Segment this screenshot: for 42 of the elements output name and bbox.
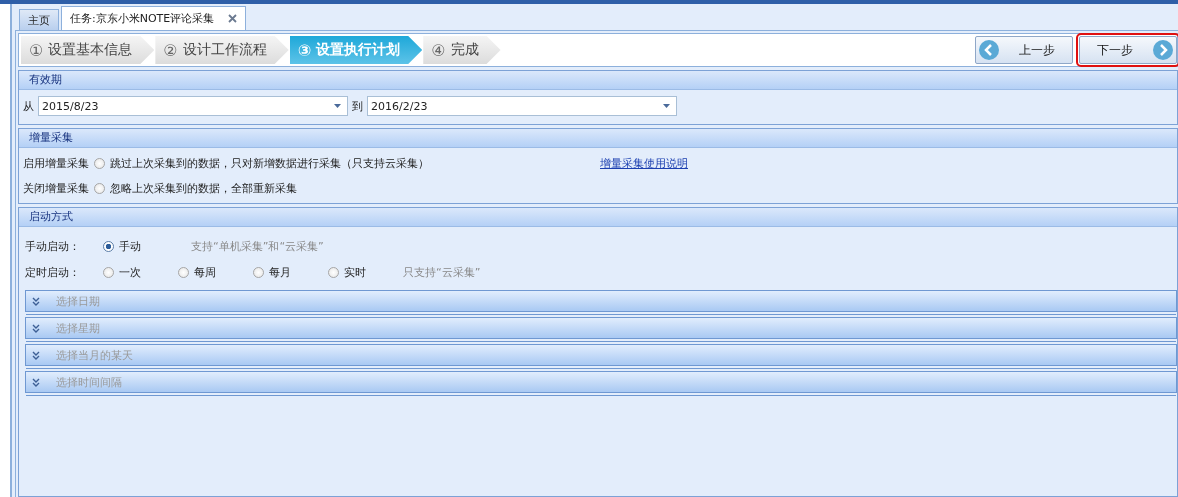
- wizard-step[interactable]: ① 设置基本信息: [21, 36, 155, 64]
- radio-button[interactable]: [103, 240, 114, 252]
- option-label: 手动启动：: [25, 238, 81, 254]
- end-date-field[interactable]: 2016/2/23: [367, 96, 677, 116]
- note-text: 支持“单机采集”和“云采集”: [191, 238, 324, 254]
- radio-label: 每月: [269, 264, 291, 280]
- radio-label: 一次: [119, 264, 141, 280]
- help-link[interactable]: 增量采集使用说明: [600, 155, 688, 171]
- next-step-button[interactable]: 下一步: [1079, 36, 1177, 64]
- dropdown-icon[interactable]: [663, 104, 670, 108]
- start-date-field[interactable]: 2015/8/23: [38, 96, 348, 116]
- tab[interactable]: 主页: [19, 9, 59, 30]
- dropdown-icon[interactable]: [334, 104, 341, 108]
- from-label: 从: [23, 98, 34, 114]
- radio-button[interactable]: [328, 266, 339, 278]
- tab[interactable]: 任务:京东小米NOTE评论采集: [61, 6, 247, 30]
- wizard-step[interactable]: ④ 完成: [423, 36, 501, 64]
- section-header: 启动方式: [19, 208, 1177, 227]
- option-text: 跳过上次采集到的数据，只对新增数据进行采集（只支持云采集）: [110, 155, 430, 171]
- to-label: 到: [352, 98, 363, 114]
- previous-step-button[interactable]: 上一步: [975, 36, 1073, 64]
- option-label: 关闭增量采集: [23, 180, 89, 196]
- section-header: 有效期: [19, 71, 1177, 90]
- option-text: 忽略上次采集到的数据，全部重新采集: [110, 180, 298, 196]
- chevron-icon: [32, 350, 40, 360]
- radio-button[interactable]: [178, 266, 189, 278]
- chevron-icon: [32, 377, 40, 387]
- section-header: 增量采集: [19, 129, 1177, 148]
- option-label: 启用增量采集: [23, 155, 89, 171]
- radio-label: 每周: [194, 264, 216, 280]
- chevron-icon: [32, 296, 40, 306]
- radio-button[interactable]: [253, 266, 264, 278]
- radio-button[interactable]: [103, 266, 114, 278]
- radio-label: 实时: [344, 264, 366, 280]
- radio-label: 手动: [119, 238, 141, 254]
- chevron-icon: [32, 323, 40, 333]
- radio-button[interactable]: [94, 182, 105, 194]
- radio-button[interactable]: [94, 157, 105, 169]
- wizard-step[interactable]: ② 设计工作流程: [155, 36, 289, 64]
- option-label: 定时启动：: [25, 264, 81, 280]
- close-icon[interactable]: [228, 14, 238, 23]
- note-text: 只支持“云采集”: [403, 264, 481, 280]
